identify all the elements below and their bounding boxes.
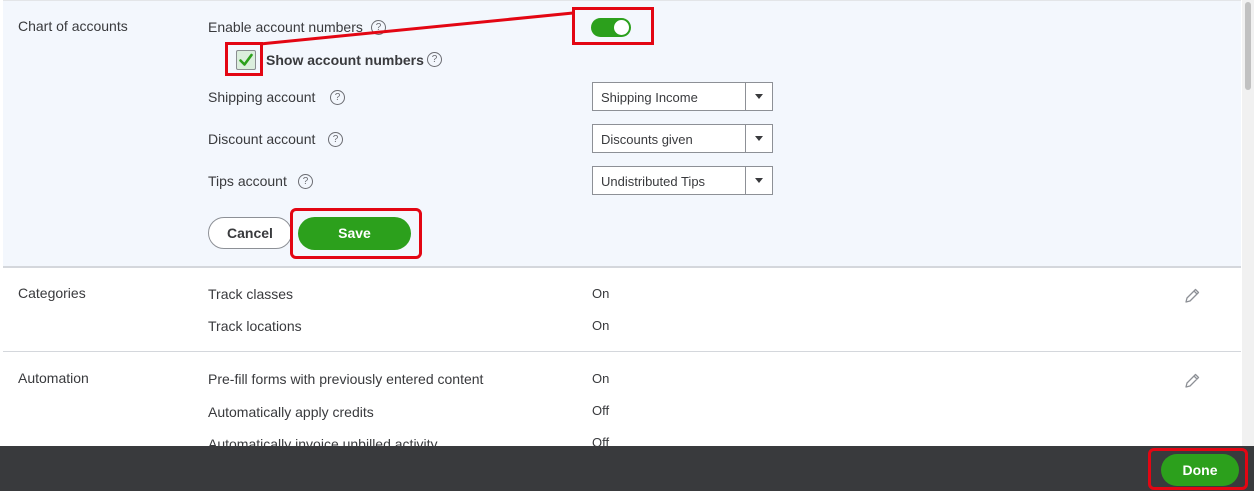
annotation-box-checkbox [225,42,263,76]
track-classes-value: On [592,286,610,301]
track-classes-label: Track classes [208,286,294,302]
track-locations-value: On [592,318,610,333]
categories-title: Categories [18,285,86,301]
invoice-unbilled-value: Off [592,435,610,446]
scrollbar-thumb[interactable] [1245,2,1251,90]
invoice-unbilled-label: Automatically invoice unbilled activity [208,436,438,446]
vertical-scrollbar[interactable] [1242,0,1254,446]
annotation-box-done [1148,448,1248,490]
pencil-icon[interactable] [1183,372,1201,390]
prefill-forms-label: Pre-fill forms with previously entered c… [208,371,484,387]
annotation-box-save [290,208,422,259]
track-locations-label: Track locations [208,318,302,334]
settings-content: Chart of accounts Enable account numbers… [0,0,1254,446]
apply-credits-label: Automatically apply credits [208,404,374,420]
annotation-arrow [259,11,574,46]
annotation-box-toggle [572,7,654,45]
apply-credits-value: Off [592,403,610,418]
section-divider [3,266,1241,267]
section-divider [3,351,1241,352]
pencil-icon[interactable] [1183,287,1201,305]
footer-bar: Done [0,446,1254,491]
automation-title: Automation [18,370,89,386]
prefill-forms-value: On [592,371,610,386]
